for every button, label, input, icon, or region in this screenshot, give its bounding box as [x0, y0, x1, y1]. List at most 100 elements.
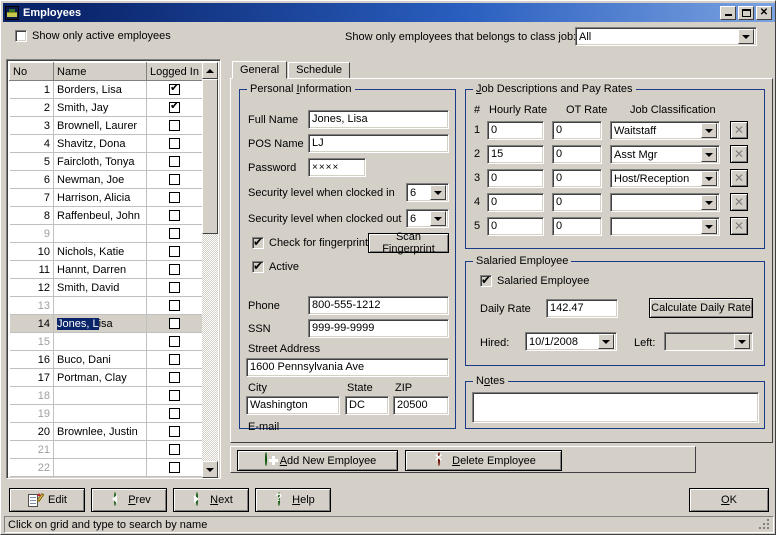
notes-textarea[interactable]: [472, 392, 759, 423]
cell-logged-in[interactable]: [146, 422, 203, 441]
table-row[interactable]: 11 Hannt, Darren: [9, 260, 203, 279]
logged-in-checkbox[interactable]: [169, 372, 180, 384]
logged-in-checkbox[interactable]: [169, 174, 180, 186]
chevron-down-icon[interactable]: [701, 195, 717, 210]
chevron-down-icon[interactable]: [734, 334, 750, 349]
daily-rate-field[interactable]: 142.47: [546, 299, 618, 318]
cell-logged-in[interactable]: [146, 152, 203, 171]
scroll-down-button[interactable]: [202, 461, 218, 478]
maximize-button[interactable]: [738, 5, 754, 20]
logged-in-checkbox[interactable]: [169, 282, 180, 294]
ot-rate-field[interactable]: 0: [552, 169, 602, 188]
logged-in-checkbox[interactable]: [169, 81, 180, 96]
table-row[interactable]: 10 Nichols, Katie: [9, 242, 203, 261]
hourly-rate-field[interactable]: 0: [487, 217, 544, 236]
ssn-field[interactable]: 999-99-9999: [308, 319, 449, 338]
logged-in-checkbox[interactable]: [169, 192, 180, 204]
column-header-no[interactable]: No: [9, 62, 54, 81]
logged-in-checkbox[interactable]: [169, 156, 180, 168]
scroll-up-button[interactable]: [202, 62, 218, 79]
table-row[interactable]: 8 Raffenbeul, John: [9, 206, 203, 225]
next-button[interactable]: Next: [173, 488, 249, 512]
chevron-down-icon[interactable]: [701, 123, 717, 138]
cell-logged-in[interactable]: [146, 314, 203, 333]
logged-in-checkbox[interactable]: [169, 99, 180, 114]
cell-logged-in[interactable]: [146, 206, 203, 225]
table-row[interactable]: 16 Buco, Dani: [9, 350, 203, 369]
chevron-down-icon[interactable]: [598, 334, 614, 349]
chevron-down-icon[interactable]: [701, 219, 717, 234]
check-fingerprint-checkbox[interactable]: Check for fingerprint: [252, 235, 368, 249]
full-name-field[interactable]: Jones, Lisa: [308, 110, 449, 129]
delete-job-row-button[interactable]: ✕: [730, 145, 748, 163]
logged-in-checkbox[interactable]: [169, 390, 180, 402]
delete-job-row-button[interactable]: ✕: [730, 121, 748, 139]
job-classification-select[interactable]: Waitstaff: [610, 121, 720, 140]
street-address-field[interactable]: 1600 Pennsylvania Ave: [246, 358, 449, 377]
table-row[interactable]: 19: [9, 404, 203, 423]
column-header-name[interactable]: Name: [53, 62, 147, 81]
cell-logged-in[interactable]: [146, 278, 203, 297]
phone-field[interactable]: 800-555-1212: [308, 296, 449, 315]
logged-in-checkbox[interactable]: [169, 444, 180, 456]
table-row[interactable]: 9: [9, 224, 203, 243]
logged-in-checkbox[interactable]: [169, 120, 180, 132]
active-checkbox[interactable]: Active: [252, 259, 299, 273]
column-header-logged-in[interactable]: Logged In: [146, 62, 203, 81]
logged-in-checkbox[interactable]: [169, 210, 180, 222]
tab-general[interactable]: General: [232, 61, 288, 79]
table-row[interactable]: 22: [9, 458, 203, 477]
chevron-down-icon[interactable]: [701, 147, 717, 162]
logged-in-checkbox[interactable]: [169, 426, 180, 438]
logged-in-checkbox[interactable]: [169, 462, 180, 474]
delete-employee-button[interactable]: ✕ Delete Employee: [405, 450, 562, 471]
delete-job-row-button[interactable]: ✕: [730, 193, 748, 211]
hourly-rate-field[interactable]: 0: [487, 169, 544, 188]
logged-in-checkbox[interactable]: [169, 264, 180, 276]
table-row[interactable]: 21: [9, 440, 203, 459]
cell-logged-in[interactable]: [146, 440, 203, 459]
logged-in-checkbox[interactable]: [169, 318, 180, 330]
hired-date-picker[interactable]: 10/1/2008: [525, 332, 617, 351]
scrollbar-thumb[interactable]: [202, 79, 218, 234]
ot-rate-field[interactable]: 0: [552, 217, 602, 236]
cell-logged-in[interactable]: [146, 350, 203, 369]
job-classification-select[interactable]: Host/Reception: [610, 169, 720, 188]
cell-logged-in[interactable]: [146, 458, 203, 477]
table-row[interactable]: 5 Faircloth, Tonya: [9, 152, 203, 171]
table-row[interactable]: 17 Portman, Clay: [9, 368, 203, 387]
help-button[interactable]: ? Help: [255, 488, 331, 512]
ok-button[interactable]: OK: [689, 488, 769, 512]
password-field[interactable]: ××××: [308, 158, 366, 177]
job-classification-select[interactable]: Asst Mgr: [610, 145, 720, 164]
left-date-picker[interactable]: [664, 332, 753, 351]
table-row[interactable]: 14 Jones, Lisa: [9, 314, 203, 333]
close-button[interactable]: ✕: [756, 5, 772, 20]
logged-in-checkbox[interactable]: [169, 228, 180, 240]
logged-in-checkbox[interactable]: [169, 408, 180, 420]
job-classification-select[interactable]: [610, 193, 720, 212]
cell-logged-in[interactable]: [146, 188, 203, 207]
city-field[interactable]: Washington: [246, 396, 340, 415]
cell-logged-in[interactable]: [146, 296, 203, 315]
edit-button[interactable]: Edit: [9, 488, 85, 512]
table-row[interactable]: 15: [9, 332, 203, 351]
security-level-out-select[interactable]: 6: [406, 209, 449, 228]
cell-logged-in[interactable]: [146, 98, 203, 117]
add-new-employee-button[interactable]: Add New Employee: [237, 450, 398, 471]
class-job-filter-select[interactable]: All: [575, 27, 757, 46]
ot-rate-field[interactable]: 0: [552, 145, 602, 164]
table-row[interactable]: 13: [9, 296, 203, 315]
table-row[interactable]: 3 Brownell, Laurer: [9, 116, 203, 135]
delete-job-row-button[interactable]: ✕: [730, 217, 748, 235]
cell-logged-in[interactable]: [146, 386, 203, 405]
delete-job-row-button[interactable]: ✕: [730, 169, 748, 187]
table-row[interactable]: 18: [9, 386, 203, 405]
minimize-button[interactable]: [720, 5, 736, 20]
logged-in-checkbox[interactable]: [169, 336, 180, 348]
cell-logged-in[interactable]: [146, 134, 203, 153]
cell-logged-in[interactable]: [146, 260, 203, 279]
cell-logged-in[interactable]: [146, 224, 203, 243]
hourly-rate-field[interactable]: 0: [487, 193, 544, 212]
calculate-daily-rate-button[interactable]: Calculate Daily Rate: [649, 298, 753, 318]
